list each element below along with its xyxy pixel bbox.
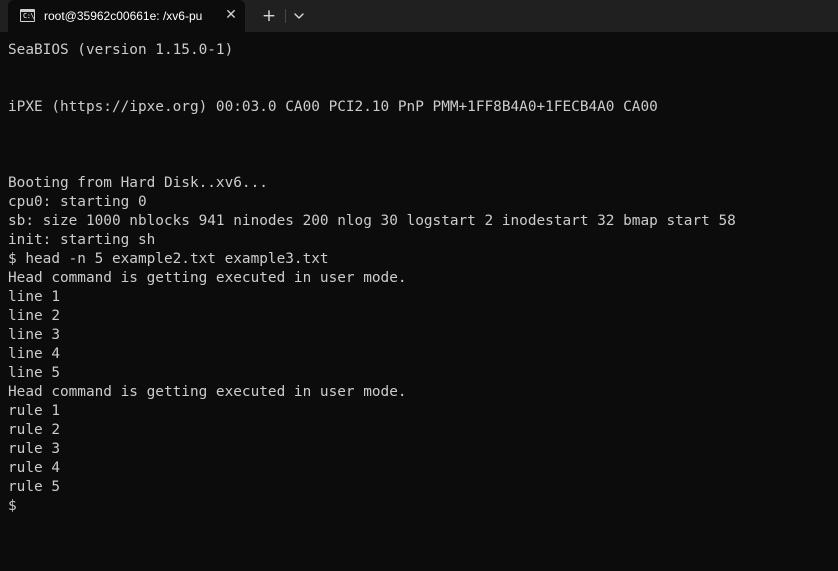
command-prompt-icon: C:\ <box>20 9 35 22</box>
terminal-line: line 5 <box>8 365 60 381</box>
terminal-line: init: starting sh <box>8 232 156 248</box>
terminal-line: line 4 <box>8 346 60 362</box>
terminal-line: rule 1 <box>8 403 60 419</box>
new-tab-button[interactable]: + <box>258 6 280 26</box>
terminal-line: line 2 <box>8 308 60 324</box>
terminal-line: $ <box>8 498 17 514</box>
terminal-line: rule 5 <box>8 479 60 495</box>
chevron-down-icon[interactable] <box>290 7 308 25</box>
terminal-line: SeaBIOS (version 1.15.0-1) <box>8 42 234 58</box>
terminal-line: cpu0: starting 0 <box>8 194 147 210</box>
tab-title: root@35962c00661e: /xv6-pu <box>44 9 203 23</box>
close-tab-icon[interactable]: ✕ <box>222 6 240 24</box>
terminal-line: Booting from Hard Disk..xv6... <box>8 175 268 191</box>
terminal-line: line 3 <box>8 327 60 343</box>
terminal-line: sb: size 1000 nblocks 941 ninodes 200 nl… <box>8 213 736 229</box>
terminal-line: line 1 <box>8 289 60 305</box>
terminal-line: rule 2 <box>8 422 60 438</box>
terminal-line: $ head -n 5 example2.txt example3.txt <box>8 251 329 267</box>
terminal-line: Head command is getting executed in user… <box>8 270 407 286</box>
active-tab[interactable]: C:\ root@35962c00661e: /xv6-pu ✕ <box>8 0 245 32</box>
terminal-output[interactable]: SeaBIOS (version 1.15.0-1) iPXE (https://… <box>8 41 834 563</box>
terminal-line: rule 3 <box>8 441 60 457</box>
terminal-line: iPXE (https://ipxe.org) 00:03.0 CA00 PCI… <box>8 99 658 115</box>
terminal-window: C:\ root@35962c00661e: /xv6-pu ✕ + SeaBI… <box>0 0 838 571</box>
tabbar-separator <box>285 9 286 23</box>
terminal-line: rule 4 <box>8 460 60 476</box>
title-bar: C:\ root@35962c00661e: /xv6-pu ✕ + <box>0 0 838 32</box>
command-prompt-icon-text: C:\ <box>23 12 35 20</box>
terminal-line: Head command is getting executed in user… <box>8 384 407 400</box>
